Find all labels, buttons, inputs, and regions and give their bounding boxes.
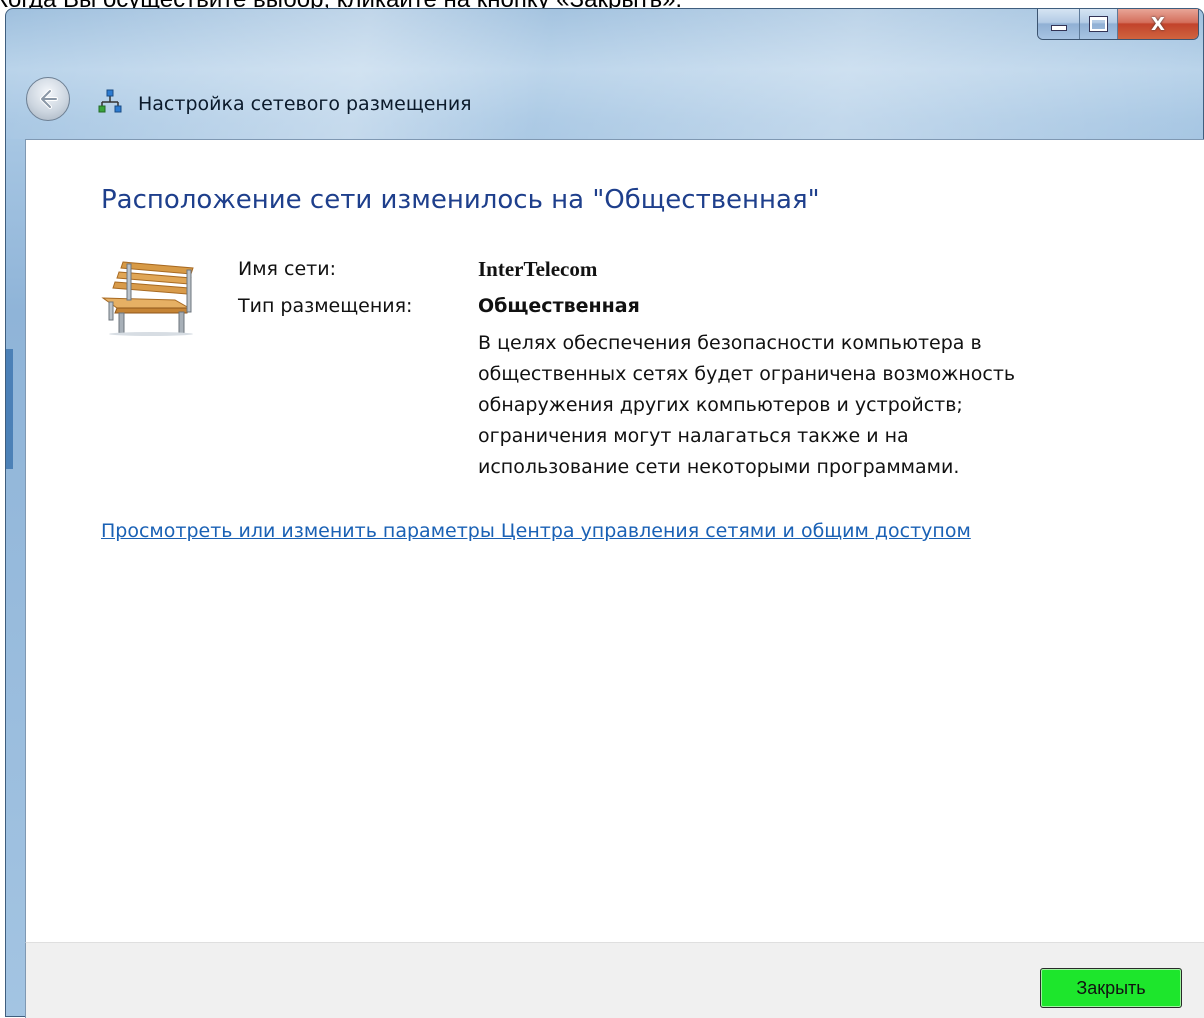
description-line: В целях обеспечения безопасности компьют…: [478, 332, 982, 354]
footer-bar: Закрыть: [25, 942, 1204, 1018]
minimize-button[interactable]: [1038, 9, 1080, 39]
network-icon: [98, 89, 122, 113]
location-type-value: Общественная: [478, 295, 640, 317]
network-name-value: InterTelecom: [478, 257, 598, 281]
window-title: Настройка сетевого размещения: [138, 93, 472, 115]
dialog-window: X Настройка сетевого размещения Располож…: [5, 8, 1204, 1018]
minimize-icon: [1050, 25, 1067, 31]
content-area: Расположение сети изменилось на "Обществ…: [25, 139, 1204, 942]
glass-frame: [6, 9, 1203, 139]
description-text: В целях обеспечения безопасности компьют…: [478, 328, 1058, 483]
maximize-button[interactable]: [1080, 9, 1118, 39]
back-arrow-icon: [40, 89, 58, 109]
close-icon: X: [1151, 13, 1165, 35]
park-bench-icon: [101, 261, 194, 336]
close-window-button[interactable]: X: [1118, 9, 1198, 39]
description-line: обнаружения других компьютеров и устройс…: [478, 394, 963, 416]
maximize-icon: [1090, 17, 1107, 31]
close-button[interactable]: Закрыть: [1040, 968, 1182, 1008]
location-type-label: Тип размещения:: [238, 295, 413, 317]
description-line: ограничения могут налагаться также и на: [478, 425, 909, 447]
description-line: использование сети некоторыми программам…: [478, 456, 960, 478]
caption-buttons: X: [1037, 9, 1199, 40]
frame-accent: [6, 349, 13, 469]
page-heading: Расположение сети изменилось на "Обществ…: [101, 185, 820, 215]
back-button[interactable]: [26, 77, 70, 121]
network-center-settings-link[interactable]: Просмотреть или изменить параметры Центр…: [101, 520, 971, 542]
description-line: общественных сетях будет ограничена возм…: [478, 363, 1016, 385]
network-name-label: Имя сети:: [238, 258, 336, 280]
